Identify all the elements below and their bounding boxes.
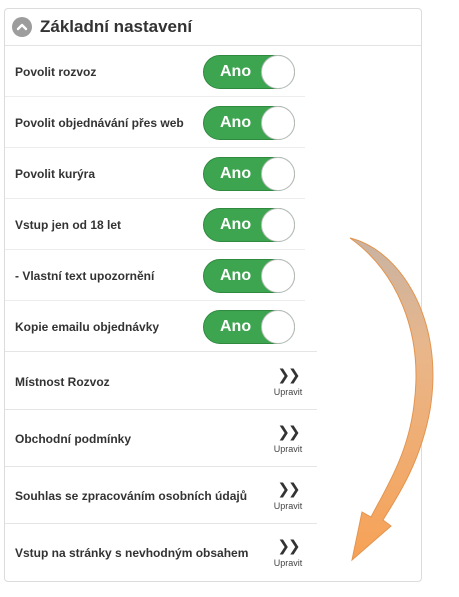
link-row-terms: Obchodní podmínky ❯❯ Upravit [5, 410, 421, 467]
courier-toggle[interactable]: Ano [203, 156, 295, 191]
setting-label: Kopie emailu objednávky [15, 319, 160, 334]
age-restriction-toggle[interactable]: Ano [203, 207, 295, 242]
setting-row-delivery: Povolit rozvoz Ano [5, 46, 421, 97]
toggle-state: Ano [220, 266, 252, 284]
delivery-toggle[interactable]: Ano [203, 54, 295, 89]
edit-inappropriate-content-link[interactable]: ❯❯ Upravit [271, 538, 305, 568]
toggle-state: Ano [220, 164, 252, 182]
toggle-knob [261, 54, 295, 89]
setting-row-web-orders: Povolit objednávání přes web Ano [5, 97, 421, 148]
toggle-knob [261, 105, 295, 140]
setting-row-custom-warning: - Vlastní text upozornění Ano [5, 250, 421, 301]
double-chevron-right-icon: ❯❯ [277, 537, 300, 555]
settings-panel: Základní nastavení Povolit rozvoz Ano Po… [4, 8, 422, 582]
link-row-inappropriate-content: Vstup na stránky s nevhodným obsahem ❯❯ … [5, 524, 421, 581]
toggle-knob [261, 258, 295, 293]
link-row-personal-data-consent: Souhlas se zpracováním osobních údajů ❯❯… [5, 467, 421, 524]
edit-label: Upravit [273, 386, 303, 397]
double-chevron-right-icon: ❯❯ [277, 366, 300, 384]
toggle-state: Ano [220, 62, 252, 80]
edit-delivery-room-link[interactable]: ❯❯ Upravit [271, 367, 305, 397]
toggle-knob [261, 207, 295, 242]
toggle-state: Ano [220, 317, 252, 335]
edit-label: Upravit [273, 443, 303, 454]
custom-warning-toggle[interactable]: Ano [203, 258, 295, 293]
setting-label: Vstup na stránky s nevhodným obsahem [15, 545, 249, 560]
toggle-state: Ano [220, 215, 252, 233]
collapse-button[interactable] [12, 17, 32, 37]
setting-row-courier: Povolit kurýra Ano [5, 148, 421, 199]
edit-label: Upravit [273, 557, 303, 568]
order-email-copy-toggle[interactable]: Ano [203, 309, 295, 344]
edit-terms-link[interactable]: ❯❯ Upravit [271, 424, 305, 454]
setting-label: Povolit kurýra [15, 166, 96, 181]
double-chevron-right-icon: ❯❯ [277, 423, 300, 441]
panel-title: Základní nastavení [40, 17, 193, 36]
setting-label: Vstup jen od 18 let [15, 217, 122, 232]
setting-label: Obchodní podmínky [15, 431, 131, 446]
setting-label: Místnost Rozvoz [15, 374, 110, 389]
edit-personal-data-consent-link[interactable]: ❯❯ Upravit [271, 481, 305, 511]
toggle-knob [261, 309, 295, 344]
setting-label: Povolit objednávání přes web [15, 115, 184, 130]
toggle-knob [261, 156, 295, 191]
setting-label: Souhlas se zpracováním osobních údajů [15, 488, 248, 503]
toggle-state: Ano [220, 113, 252, 131]
link-row-delivery-room: Místnost Rozvoz ❯❯ Upravit [5, 353, 421, 410]
chevron-up-icon [16, 23, 28, 31]
web-orders-toggle[interactable]: Ano [203, 105, 295, 140]
setting-row-order-email-copy: Kopie emailu objednávky Ano [5, 301, 421, 352]
double-chevron-right-icon: ❯❯ [277, 480, 300, 498]
setting-label: Povolit rozvoz [15, 64, 97, 79]
setting-row-age-restriction: Vstup jen od 18 let Ano [5, 199, 421, 250]
panel-header: Základní nastavení [5, 9, 421, 46]
edit-label: Upravit [273, 500, 303, 511]
setting-label: - Vlastní text upozornění [15, 268, 155, 283]
